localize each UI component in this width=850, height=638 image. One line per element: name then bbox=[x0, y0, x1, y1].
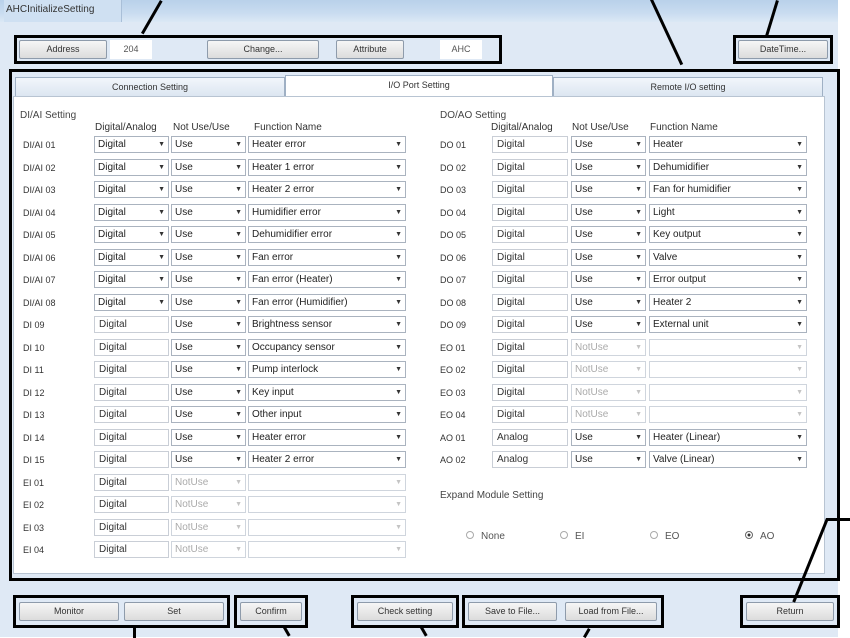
callout-line bbox=[826, 518, 850, 521]
monitor-set-highlight-frame bbox=[13, 595, 230, 628]
check-highlight-frame bbox=[351, 595, 459, 628]
return-highlight-frame bbox=[740, 595, 840, 628]
main-highlight-frame bbox=[9, 69, 840, 581]
title-bar: AHCInitializeSetting bbox=[0, 0, 838, 22]
datetime-highlight-frame bbox=[733, 35, 833, 64]
window-title: AHCInitializeSetting bbox=[6, 4, 95, 15]
file-highlight-frame bbox=[462, 595, 664, 628]
confirm-highlight-frame bbox=[234, 595, 308, 628]
topbar-highlight-frame bbox=[14, 35, 502, 64]
